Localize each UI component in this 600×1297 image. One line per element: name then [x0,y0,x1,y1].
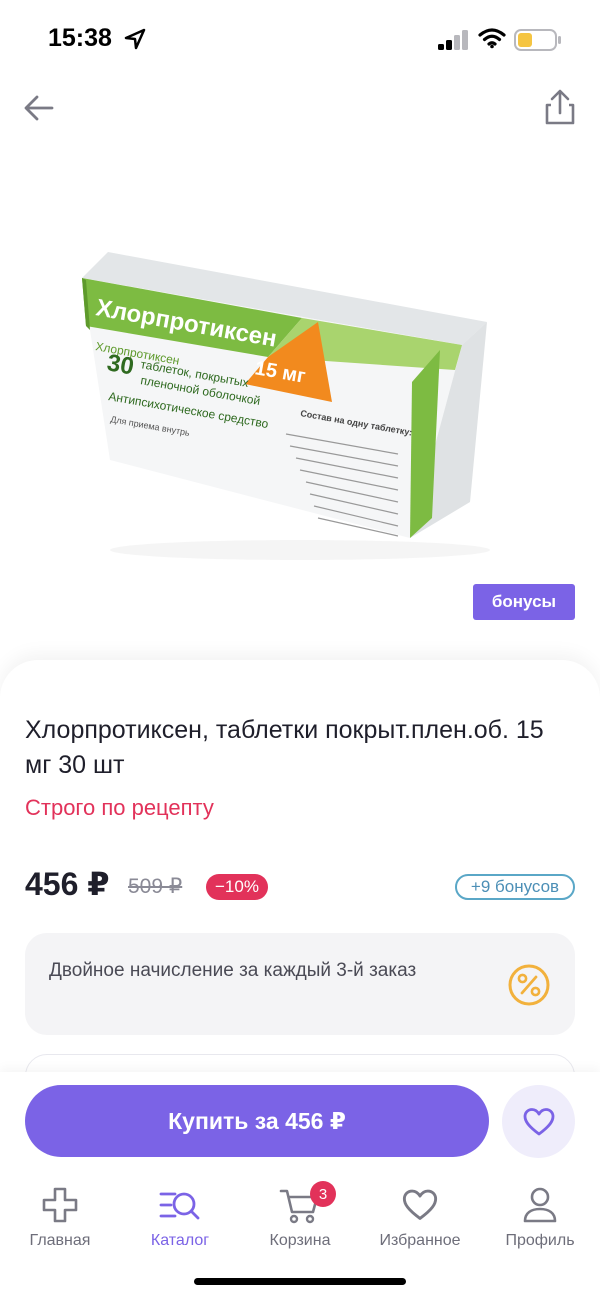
heart-icon [523,1107,554,1135]
nav-item-catalog[interactable]: Каталог [120,1184,240,1256]
battery-icon [514,29,561,51]
current-price: 456 ₽ [25,866,110,902]
nav-item-favorites[interactable]: Избранное [360,1184,480,1256]
status-bar: 15:38 [0,0,600,80]
bonus-earn-pill[interactable]: +9 бонусов [455,874,575,900]
nav-label-profile: Профиль [505,1232,575,1249]
nav-label-favorites: Избранное [379,1232,461,1249]
share-icon [545,89,575,125]
plus-cross-icon [42,1187,78,1223]
buy-button[interactable]: Купить за 456 ₽ [25,1085,489,1157]
catalog-search-icon [159,1192,200,1220]
arrow-left-icon [24,95,54,121]
cellular-signal-icon [438,30,468,50]
home-indicator[interactable] [194,1278,406,1285]
nav-item-cart[interactable]: 3 Корзина [240,1181,360,1256]
box-count: 30 [105,349,136,380]
back-button[interactable] [18,86,62,130]
promo-card[interactable]: Двойное начисление за каждый 3-й заказ [25,933,575,1035]
nav-item-profile[interactable]: Профиль [480,1184,600,1256]
promo-text: Двойное начисление за каждый 3-й заказ [49,960,417,981]
profile-icon [523,1187,557,1223]
favorite-button[interactable] [502,1085,575,1158]
heart-icon [402,1189,438,1220]
discount-badge: −10% [206,874,268,900]
location-arrow-icon [124,28,146,50]
old-price: 509 ₽ [128,875,183,898]
share-button[interactable] [538,86,582,130]
status-time: 15:38 [48,24,112,52]
percent-icon [508,964,550,1006]
bonus-tag: бонусы [473,584,575,620]
prescription-note: Строго по рецепту [25,795,214,820]
product-title: Хлорпротиксен, таблетки покрыт.плен.об. … [25,716,544,779]
nav-item-home[interactable]: Главная [0,1184,120,1256]
nav-label-home: Главная [29,1232,91,1249]
nav-label-catalog: Каталог [150,1232,210,1249]
wifi-icon [478,28,506,49]
cart-count-badge: 3 [310,1181,336,1207]
nav-label-cart: Корзина [269,1232,331,1249]
